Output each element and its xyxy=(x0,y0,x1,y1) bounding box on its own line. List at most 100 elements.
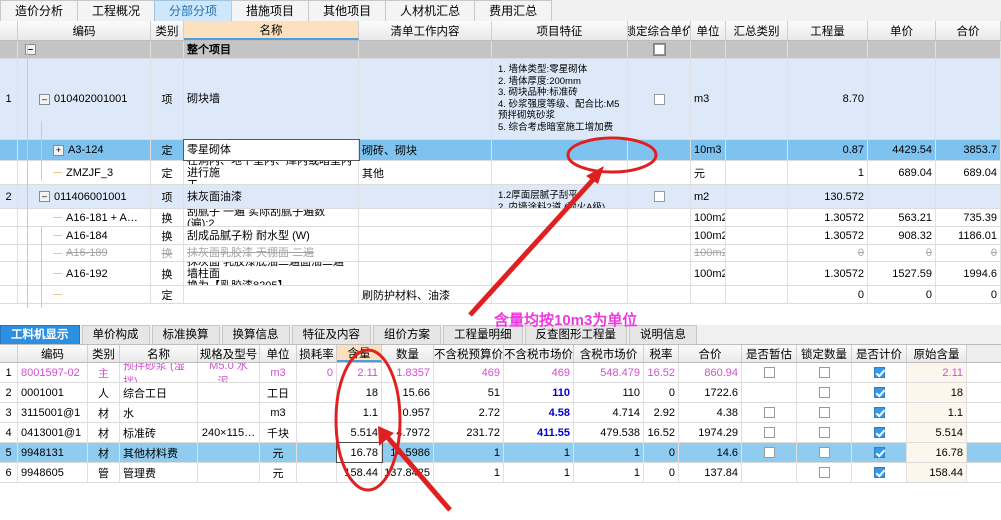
module-tab-3[interactable]: 措施项目 xyxy=(231,0,310,21)
resource-row[interactable]: 2 0001001 人综合工日 工日 18 15.66 51 110 110 0 1722.6 18 xyxy=(0,383,1001,403)
is-priced-checkbox[interactable] xyxy=(873,427,885,438)
resource-row[interactable]: 4 0413001@1 材标准砖 240×115… 千块 5.514 4.7972 231.7… xyxy=(0,423,1001,443)
resource-content[interactable]: 16.78 xyxy=(336,442,383,463)
item-name[interactable]: 在洞内、地下室内、库内或暗室内进行施 工 xyxy=(184,161,359,184)
res-col-pretax_market[interactable]: 不含税市场价 xyxy=(504,345,574,362)
res-col-idx[interactable] xyxy=(0,345,18,362)
resource-row[interactable]: 1 8001597-02 主预拌砂浆 (湿拌) M5.0 水泥… m3 0 2.11 1.83… xyxy=(0,363,1001,383)
detail-tab-3[interactable]: 换算信息 xyxy=(221,325,290,344)
module-tab-1[interactable]: 工程概况 xyxy=(77,0,156,21)
boq-col-qty[interactable]: 工程量 xyxy=(788,21,868,40)
res-col-amount[interactable]: 合价 xyxy=(679,345,742,362)
boq-row[interactable]: + A3-124 定零星砌体 砌砖、砌块 10m3 0.87 4429.54 3853.7 xyxy=(0,139,1001,161)
resource-row[interactable]: 6 9948605 管管理费元 158.44 137.8425 1 1 1 0 137.84 158… xyxy=(0,463,1001,483)
module-tab-2[interactable]: 分部分项 xyxy=(154,0,233,21)
item-name[interactable]: 砌块墙 xyxy=(184,59,359,139)
res-col-taxrate[interactable]: 税率 xyxy=(644,345,679,362)
boq-col-kind[interactable]: 类别 xyxy=(151,21,184,40)
tree-collapse-icon[interactable]: – xyxy=(39,191,50,202)
resource-row[interactable]: 5 9948131 材其他材料费元 16.78 14.5986 1 1 1 0 14.6 16.78 xyxy=(0,442,1001,463)
module-tab-4[interactable]: 其他项目 xyxy=(308,0,387,21)
detail-tab-5[interactable]: 组价方案 xyxy=(373,325,441,344)
res-col-provisional[interactable]: 是否暂估 xyxy=(742,345,797,362)
provisional-checkbox[interactable] xyxy=(763,407,775,418)
is-priced-checkbox[interactable] xyxy=(873,367,885,378)
boq-row[interactable]: – 整个项目 xyxy=(0,41,1001,59)
tree-expand-icon[interactable]: + xyxy=(53,144,64,156)
lock-unit-price-checkbox[interactable] xyxy=(653,191,665,202)
module-tab-5[interactable]: 人材机汇总 xyxy=(385,0,476,21)
boq-col-price[interactable]: 单价 xyxy=(868,21,936,40)
res-col-priced[interactable]: 是否计价 xyxy=(852,345,907,362)
boq-col-feature[interactable]: 项目特征 xyxy=(492,21,628,40)
boq-col-code[interactable]: 编码 xyxy=(18,21,151,40)
resource-content[interactable]: 5.514 xyxy=(337,423,382,442)
provisional-checkbox[interactable] xyxy=(763,427,775,438)
lock-quantity-checkbox[interactable] xyxy=(818,387,830,398)
tree-collapse-icon[interactable]: – xyxy=(39,93,50,105)
res-col-tax_market[interactable]: 含税市场价 xyxy=(574,345,644,362)
boq-col-unit[interactable]: 单位 xyxy=(691,21,726,40)
item-name[interactable]: 整个项目 xyxy=(184,41,359,58)
boq-col-lockprice[interactable]: 锁定综合单价 xyxy=(628,21,691,40)
provisional-checkbox[interactable] xyxy=(763,367,775,378)
item-name-text: 整个项目 xyxy=(187,43,231,56)
item-name[interactable]: 抹灰面乳胶漆 天棚面 二遍 xyxy=(184,245,359,261)
resource-content[interactable]: 18 xyxy=(337,383,382,402)
lock-quantity-checkbox[interactable] xyxy=(818,427,830,438)
item-name[interactable]: 抹灰面 乳胶漆底油二遍面油二遍 墙柱面 换为【乳胶漆8205】 xyxy=(184,262,359,285)
lock-quantity-checkbox[interactable] xyxy=(818,447,830,458)
resource-content[interactable]: 1.1 xyxy=(337,403,382,422)
res-col-pretax_budget[interactable]: 不含税预算价 xyxy=(434,345,504,362)
module-tab-0[interactable]: 造价分析 xyxy=(0,0,79,21)
boq-row[interactable]: ZMZJF_3定在洞内、地下室内、库内或暗室内进行施 工其他元1689.0468… xyxy=(0,161,1001,185)
resource-content[interactable]: 158.44 xyxy=(337,463,382,482)
lock-unit-price-checkbox[interactable] xyxy=(653,93,665,105)
boq-row[interactable]: 1–010402001001 项砌块墙 1. 墙体类型:零星砌体 2. 墙体厚度:2… xyxy=(0,59,1001,140)
detail-tab-0[interactable]: 工料机显示 xyxy=(0,325,80,344)
detail-tab-2[interactable]: 标准换算 xyxy=(151,325,220,344)
item-name[interactable]: 零星砌体 xyxy=(183,139,360,161)
is-priced-checkbox[interactable] xyxy=(873,407,885,418)
boq-col-category[interactable]: 汇总类别 xyxy=(726,21,788,40)
boq-col-name[interactable]: 名称 xyxy=(184,21,359,40)
res-col-name[interactable]: 名称 xyxy=(120,345,198,362)
item-name[interactable]: 刮成品腻子粉 耐水型 (W) xyxy=(184,227,359,244)
res-col-spec[interactable]: 规格及型号 xyxy=(198,345,260,362)
res-col-qty[interactable]: 数量 xyxy=(382,345,434,362)
detail-tab-8[interactable]: 说明信息 xyxy=(629,325,697,344)
is-priced-checkbox[interactable] xyxy=(873,467,885,478)
resource-row[interactable]: 3 3115001@1 材水 m3 1.1 0.957 2.72 4.58 4.714 2.92 4… xyxy=(0,403,1001,423)
item-kind: 项 xyxy=(151,185,184,208)
res-col-lockqty[interactable]: 锁定数量 xyxy=(797,345,852,362)
boq-row[interactable]: A16-184 换刮成品腻子粉 耐水型 (W) 100m2 1.30572 908.32… xyxy=(0,227,1001,245)
boq-col-total[interactable]: 合价 xyxy=(936,21,1001,40)
is-priced-checkbox[interactable] xyxy=(873,447,885,458)
res-col-kind[interactable]: 类别 xyxy=(88,345,120,362)
item-name[interactable]: 刮腻子 一遍 实际刮腻子遍数 (遍):2 xyxy=(184,209,359,226)
lock-unit-price-checkbox[interactable] xyxy=(652,43,666,56)
boq-row[interactable]: A16-181 + A… 换刮腻子 一遍 实际刮腻子遍数 (遍):2 100m2 1.… xyxy=(0,209,1001,227)
boq-row[interactable]: 2–011406001001 项抹灰面油漆 1.2厚面层腻子刮平 2. 内墙涂料2道… xyxy=(0,185,1001,209)
detail-tab-4[interactable]: 特征及内容 xyxy=(291,325,371,344)
res-col-content[interactable]: 含量 xyxy=(337,345,382,362)
res-col-orig_content[interactable]: 原始含量 xyxy=(907,345,967,362)
provisional-checkbox[interactable] xyxy=(763,447,775,458)
is-priced-checkbox[interactable] xyxy=(873,387,885,398)
resource-content[interactable]: 2.11 xyxy=(337,363,382,382)
boq-row[interactable]: A16-189 换抹灰面乳胶漆 天棚面 二遍 100m2 0 0 0 xyxy=(0,245,1001,262)
boq-row[interactable]: A16-192 换抹灰面 乳胶漆底油二遍面油二遍 墙柱面 换为【乳胶漆8205】 1… xyxy=(0,262,1001,286)
res-col-unit[interactable]: 单位 xyxy=(260,345,297,362)
res-col-code[interactable]: 编码 xyxy=(18,345,88,362)
lock-quantity-checkbox[interactable] xyxy=(818,367,830,378)
module-tab-6[interactable]: 费用汇总 xyxy=(474,0,553,21)
boq-col-work[interactable]: 清单工作内容 xyxy=(359,21,492,40)
boq-col-idx[interactable] xyxy=(0,21,18,40)
boq-row[interactable]: 定刷防护材料、油漆 0 0 0 xyxy=(0,286,1001,304)
res-col-loss[interactable]: 损耗率 xyxy=(297,345,337,362)
item-name[interactable]: 抹灰面油漆 xyxy=(184,185,359,208)
item-name[interactable] xyxy=(184,286,359,303)
lock-quantity-checkbox[interactable] xyxy=(818,407,830,418)
detail-tab-1[interactable]: 单价构成 xyxy=(81,325,150,344)
lock-quantity-checkbox[interactable] xyxy=(818,467,830,478)
